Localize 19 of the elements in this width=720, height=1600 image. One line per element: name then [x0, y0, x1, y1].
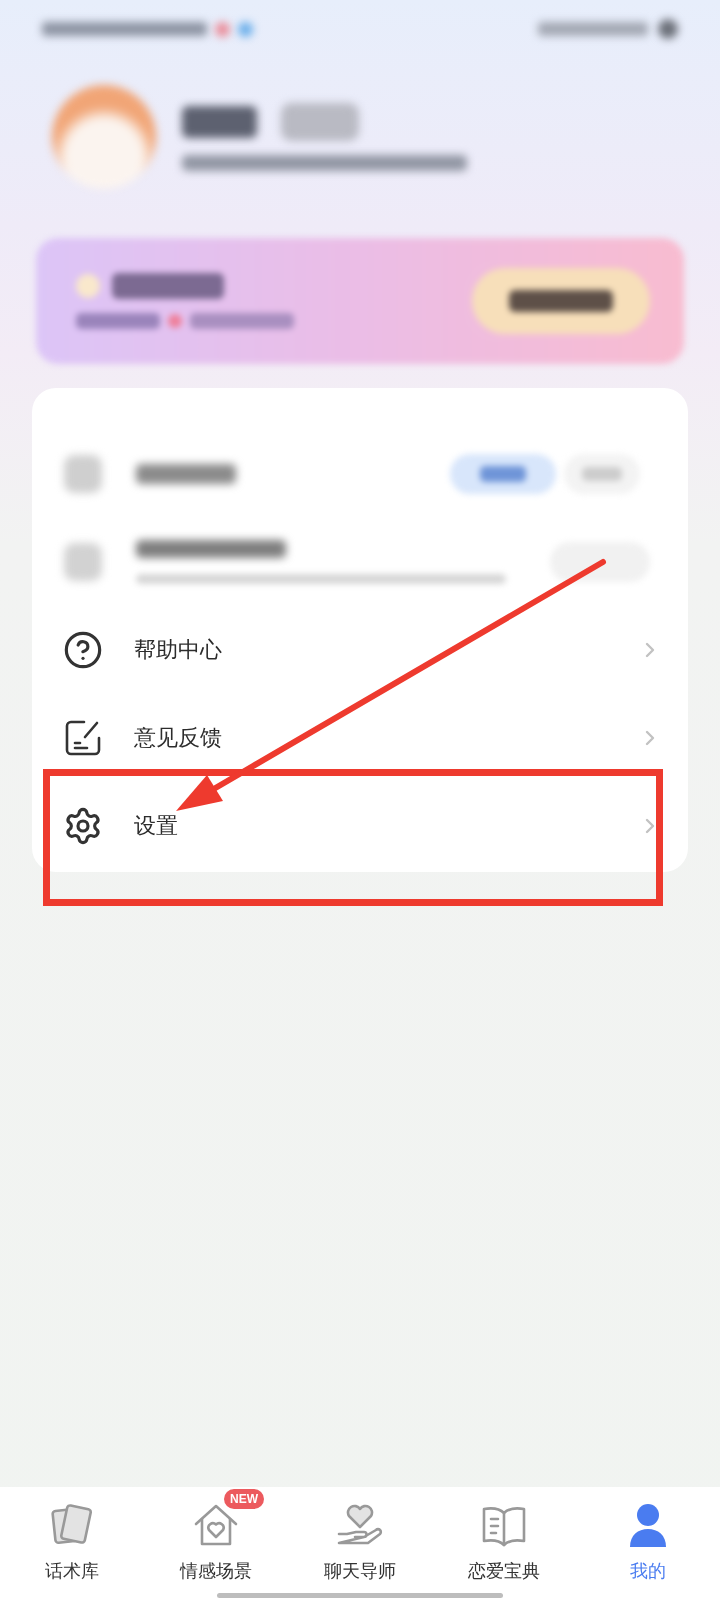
blurred-icon	[64, 543, 102, 581]
menu-item[interactable]: 设置	[32, 782, 688, 870]
blurred-icon	[64, 455, 102, 493]
menu-item[interactable]: 意见反馈	[32, 694, 688, 782]
help-icon	[63, 630, 103, 670]
tab[interactable]: NEW 情感场景	[144, 1487, 288, 1581]
blurred-button[interactable]	[472, 268, 650, 334]
tab[interactable]: 恋爱宝典	[432, 1487, 576, 1581]
tab[interactable]: 聊天导师	[288, 1487, 432, 1581]
menu-item[interactable]: 帮助中心	[32, 606, 688, 694]
edit-note-icon	[64, 719, 102, 757]
new-badge: NEW	[224, 1489, 264, 1509]
membership-card[interactable]	[36, 238, 684, 364]
blurred-icon	[76, 274, 100, 298]
blurred-toggle-option[interactable]	[450, 454, 556, 494]
blurred-icon	[168, 314, 182, 328]
settings-icon	[63, 806, 103, 846]
tab[interactable]: 话术库	[0, 1487, 144, 1581]
tab[interactable]: 我的	[576, 1487, 720, 1581]
